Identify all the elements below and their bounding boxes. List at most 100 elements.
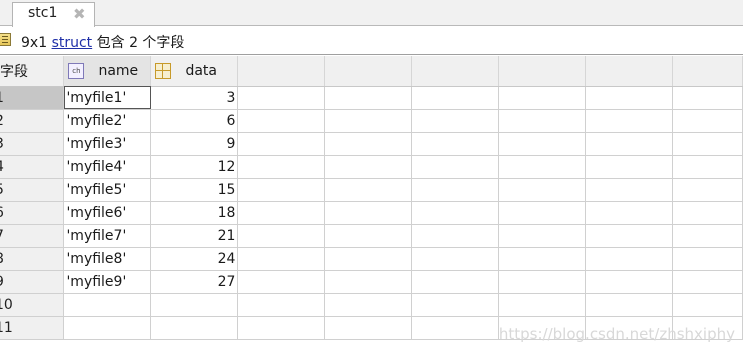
cell-empty[interactable]	[585, 201, 674, 225]
cell-data[interactable]: 27	[150, 270, 239, 294]
cell-empty[interactable]	[498, 109, 587, 133]
cell-empty[interactable]	[672, 270, 743, 294]
row-header[interactable]: 5	[0, 178, 65, 202]
cell-empty[interactable]	[498, 201, 587, 225]
cell-empty[interactable]	[324, 109, 413, 133]
cell-empty[interactable]	[324, 270, 413, 294]
cell-empty[interactable]	[237, 270, 326, 294]
cell-empty[interactable]	[237, 316, 326, 340]
cell-empty[interactable]	[585, 178, 674, 202]
column-header-empty[interactable]	[324, 56, 413, 87]
cell-data[interactable]: 6	[150, 109, 239, 133]
row-header[interactable]: 1	[0, 86, 65, 110]
cell-empty[interactable]	[672, 155, 743, 179]
column-header-empty[interactable]	[237, 56, 326, 87]
cell-data[interactable]: 18	[150, 201, 239, 225]
cell-empty[interactable]	[324, 247, 413, 271]
cell-empty[interactable]	[498, 293, 587, 317]
cell-name[interactable]: 'myfile7'	[63, 224, 152, 248]
tab-stc1[interactable]: stc1 ✖	[12, 2, 95, 27]
cell-empty[interactable]	[498, 178, 587, 202]
cell-empty[interactable]	[237, 155, 326, 179]
cell-empty[interactable]	[324, 224, 413, 248]
row-header[interactable]: 6	[0, 201, 65, 225]
cell-empty[interactable]	[411, 293, 500, 317]
column-header-name[interactable]: ch name	[63, 56, 152, 87]
cell-empty[interactable]	[411, 155, 500, 179]
cell-data[interactable]	[150, 316, 239, 340]
cell-name[interactable]: 'myfile9'	[63, 270, 152, 294]
cell-empty[interactable]	[498, 247, 587, 271]
cell-empty[interactable]	[324, 316, 413, 340]
cell-name[interactable]: 'myfile6'	[63, 201, 152, 225]
cell-empty[interactable]	[237, 224, 326, 248]
cell-empty[interactable]	[585, 293, 674, 317]
cell-empty[interactable]	[672, 109, 743, 133]
cell-data[interactable]: 3	[150, 86, 239, 110]
cell-empty[interactable]	[324, 201, 413, 225]
cell-data[interactable]: 24	[150, 247, 239, 271]
cell-name[interactable]	[63, 293, 152, 317]
row-header[interactable]: 8	[0, 247, 65, 271]
cell-empty[interactable]	[672, 201, 743, 225]
cell-empty[interactable]	[585, 270, 674, 294]
cell-empty[interactable]	[498, 224, 587, 248]
cell-data[interactable]: 21	[150, 224, 239, 248]
row-header[interactable]: 11	[0, 316, 65, 340]
cell-empty[interactable]	[324, 178, 413, 202]
cell-empty[interactable]	[498, 155, 587, 179]
cell-empty[interactable]	[411, 201, 500, 225]
cell-data[interactable]	[150, 293, 239, 317]
cell-data[interactable]: 9	[150, 132, 239, 156]
column-header-empty[interactable]	[411, 56, 500, 87]
cell-empty[interactable]	[498, 86, 587, 110]
cell-empty[interactable]	[411, 247, 500, 271]
cell-name[interactable]: 'myfile8'	[63, 247, 152, 271]
cell-empty[interactable]	[585, 247, 674, 271]
cell-name[interactable]: 'myfile3'	[63, 132, 152, 156]
row-header[interactable]: 2	[0, 109, 65, 133]
cell-empty[interactable]	[411, 178, 500, 202]
cell-empty[interactable]	[672, 132, 743, 156]
cell-empty[interactable]	[672, 293, 743, 317]
cell-empty[interactable]	[237, 178, 326, 202]
cell-empty[interactable]	[237, 201, 326, 225]
cell-name[interactable]: 'myfile2'	[63, 109, 152, 133]
cell-empty[interactable]	[672, 247, 743, 271]
cell-empty[interactable]	[411, 86, 500, 110]
cell-empty[interactable]	[237, 109, 326, 133]
cell-empty[interactable]	[672, 86, 743, 110]
cell-empty[interactable]	[237, 132, 326, 156]
cell-empty[interactable]	[672, 178, 743, 202]
row-header[interactable]: 10	[0, 293, 65, 317]
cell-empty[interactable]	[585, 224, 674, 248]
column-header-empty[interactable]	[498, 56, 587, 87]
row-header[interactable]: 3	[0, 132, 65, 156]
cell-empty[interactable]	[324, 86, 413, 110]
cell-empty[interactable]	[411, 132, 500, 156]
cell-empty[interactable]	[411, 109, 500, 133]
cell-empty[interactable]	[324, 293, 413, 317]
cell-empty[interactable]	[498, 132, 587, 156]
cell-name[interactable]	[63, 316, 152, 340]
cell-empty[interactable]	[237, 293, 326, 317]
row-header[interactable]: 9	[0, 270, 65, 294]
struct-link[interactable]: struct	[52, 35, 93, 51]
column-header-empty[interactable]	[585, 56, 674, 87]
close-icon[interactable]: ✖	[73, 4, 86, 24]
cell-empty[interactable]	[672, 224, 743, 248]
cell-empty[interactable]	[324, 155, 413, 179]
cell-empty[interactable]	[411, 270, 500, 294]
cell-name[interactable]: 'myfile5'	[63, 178, 152, 202]
cell-empty[interactable]	[498, 270, 587, 294]
cell-data[interactable]: 15	[150, 178, 239, 202]
row-header[interactable]: 4	[0, 155, 65, 179]
cell-data[interactable]: 12	[150, 155, 239, 179]
row-header[interactable]: 7	[0, 224, 65, 248]
cell-empty[interactable]	[585, 109, 674, 133]
cell-name[interactable]: 'myfile1'	[63, 86, 152, 110]
cell-empty[interactable]	[411, 316, 500, 340]
cell-empty[interactable]	[411, 224, 500, 248]
cell-empty[interactable]	[585, 86, 674, 110]
column-header-empty[interactable]	[672, 56, 743, 87]
